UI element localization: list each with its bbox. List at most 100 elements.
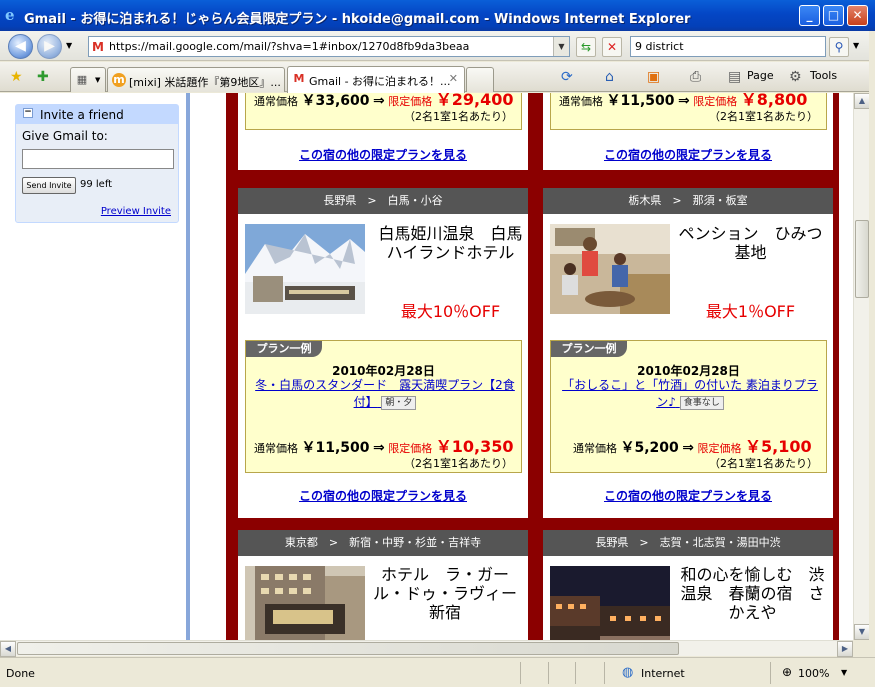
status-text: Done [6,667,35,680]
refresh-button[interactable]: ⇆ [576,37,596,57]
plan-link[interactable]: 「おしるこ」と「竹酒」の付いた 素泊まりプラン♪ 食事なし [558,377,822,411]
horizontal-scrollbar[interactable]: ◀ ▶ [0,640,853,657]
plan-box: 通常価格 ￥11,500 ⇒ 限定価格 ￥8,800 （2名1室1名あたり） [550,93,827,130]
security-zone: Internet [641,667,685,680]
price-note: （2名1室1名あたり） [404,110,513,123]
add-favorites-icon[interactable]: ✚ [37,69,49,85]
plan-link[interactable]: 冬・白馬のスタンダード 露天満喫プラン【2食付】 朝・夕 [253,377,517,411]
zoom-dropdown-icon[interactable]: ▼ [841,668,847,677]
limited-price: ￥29,400 [435,93,514,109]
area-header: 長野県 > 白馬・小谷 [238,188,528,214]
limited-price: ￥10,350 [435,437,514,456]
horizontal-scroll-thumb[interactable] [17,642,679,655]
gmail-favicon-icon: M [92,40,104,54]
tools-menu[interactable]: Tools [810,69,837,82]
limited-label: 限定価格 [697,442,742,455]
vertical-scroll-thumb[interactable] [855,220,869,298]
tab-mixi-label: [mixi] 米話題作『第9地区』... [129,76,281,89]
window-edge [869,31,875,687]
connect-icon[interactable]: ⟳ [561,69,573,85]
regular-price: ￥33,600 [301,93,370,109]
hotel-card-shinjuku: 東京都 > 新宿・中野・杉並・吉祥寺 ホテル ラ・ガール・ドゥ・ラヴィー新宿 [238,530,528,640]
hotel-photo[interactable] [550,566,670,640]
price-note: （2名1室1名あたり） [404,457,513,470]
limited-price: ￥5,100 [745,437,812,456]
scroll-up-icon[interactable]: ▲ [854,93,870,109]
give-gmail-label: Give Gmail to: [22,129,108,143]
more-plans-link[interactable]: この宿の他の限定プランを見る [238,146,528,163]
hotel-card-shibu: 長野県 > 志賀・北志賀・湯田中渋 和の心を愉しむ 渋温泉 春蘭の宿 さかえや [543,530,833,640]
hotel-photo[interactable] [550,224,670,314]
more-plans-link[interactable]: この宿の他の限定プランを見る [543,146,833,163]
vertical-scrollbar[interactable]: ▲ ▼ [853,93,870,640]
regular-label: 通常価格 [559,95,603,108]
area-header: 長野県 > 志賀・北志賀・湯田中渋 [543,530,833,556]
hotel-name: 白馬姫川温泉 白馬ハイランドホテル [378,224,523,262]
invite-email-input[interactable] [22,149,174,169]
scroll-right-icon[interactable]: ▶ [837,641,853,657]
print-icon[interactable]: ⎙ [690,69,701,85]
divider [575,662,576,684]
search-icon[interactable]: ⚲ [829,37,849,57]
more-plans-link[interactable]: この宿の他の限定プランを見る [238,487,528,504]
gmail-icon: M [293,72,305,85]
area-header: 東京都 > 新宿・中野・杉並・吉祥寺 [238,530,528,556]
minimize-button[interactable]: _ [799,5,820,26]
scroll-left-icon[interactable]: ◀ [0,641,16,657]
search-input-value: 9 district [635,40,684,53]
arrow-icon: ⇒ [373,93,385,109]
scroll-down-icon[interactable]: ▼ [854,624,870,640]
tools-gear-icon: ⚙ [789,69,802,85]
url-text: https://mail.google.com/mail/?shva=1#inb… [109,40,470,53]
plan-box: 通常価格 ￥33,600 ⇒ 限定価格 ￥29,400 （2名1室1名あたり） [245,93,522,130]
scroll-corner [853,640,869,656]
tab-close-icon[interactable]: ✕ [449,72,458,85]
close-button[interactable]: ✕ [847,5,868,26]
back-button[interactable]: ◀ [8,34,33,59]
quick-tabs-icon: ▦ [76,73,88,86]
plan-tag: プラン一例 [246,341,322,357]
url-field[interactable]: M https://mail.google.com/mail/?shva=1#i… [88,36,570,57]
hotel-photo[interactable] [245,224,365,314]
more-plans-link[interactable]: この宿の他の限定プランを見る [543,487,833,504]
regular-label: 通常価格 [254,442,298,455]
status-bar: Done ◍ Internet ⊕ 100% ▼ [0,657,875,687]
arrow-icon: ⇒ [682,440,695,456]
new-tab-button[interactable] [466,67,494,92]
collapse-icon[interactable]: − [23,108,33,118]
zoom-level[interactable]: 100% [798,667,829,680]
mixi-icon: m [112,73,126,87]
tab-gmail[interactable]: M Gmail - お得に泊まれる！... ✕ [287,66,465,93]
feeds-icon[interactable]: ▣ [647,69,660,85]
discount-text: 最大1％OFF [705,302,796,321]
tab-mixi[interactable]: m [mixi] 米話題作『第9地区』... [107,67,285,92]
regular-price: ￥11,500 [606,93,675,109]
hotel-photo[interactable] [245,566,365,640]
favorites-star-icon[interactable]: ★ [10,69,23,85]
stop-button[interactable]: ✕ [602,37,622,57]
maximize-button[interactable]: □ [823,5,844,26]
divider [548,662,549,684]
page-menu[interactable]: Page [747,69,774,82]
search-options-icon[interactable]: ▼ [853,41,859,50]
zoom-icon[interactable]: ⊕ [782,665,792,679]
send-invite-button[interactable]: Send Invite [22,177,76,194]
price-note: （2名1室1名あたり） [709,457,818,470]
forward-button[interactable]: ▶ [37,34,62,59]
history-dropdown-icon[interactable]: ▼ [66,41,72,50]
home-icon[interactable]: ⌂ [605,69,614,85]
preview-invite-link[interactable]: Preview Invite [101,206,171,217]
limited-label: 限定価格 [388,442,433,455]
regular-price: ￥5,200 [620,440,679,456]
arrow-icon: ⇒ [373,440,385,456]
invite-header[interactable]: − Invite a friend [16,105,178,124]
email-body: 通常価格 ￥33,600 ⇒ 限定価格 ￥29,400 （2名1室1名あたり） … [200,93,853,640]
hotel-name: ペンション ひみつ基地 [678,224,823,262]
search-input[interactable]: 9 district [630,36,826,57]
url-dropdown-icon[interactable]: ▼ [553,37,569,56]
invites-left-count: 99 left [80,179,113,190]
hotel-name: 和の心を愉しむ 渋温泉 春蘭の宿 さかえや [680,565,825,622]
tab-list-icon[interactable]: ▼ [95,76,100,84]
discount-text: 最大10％OFF [400,302,501,321]
quick-tabs-button[interactable]: ▦ ▼ [70,67,106,92]
